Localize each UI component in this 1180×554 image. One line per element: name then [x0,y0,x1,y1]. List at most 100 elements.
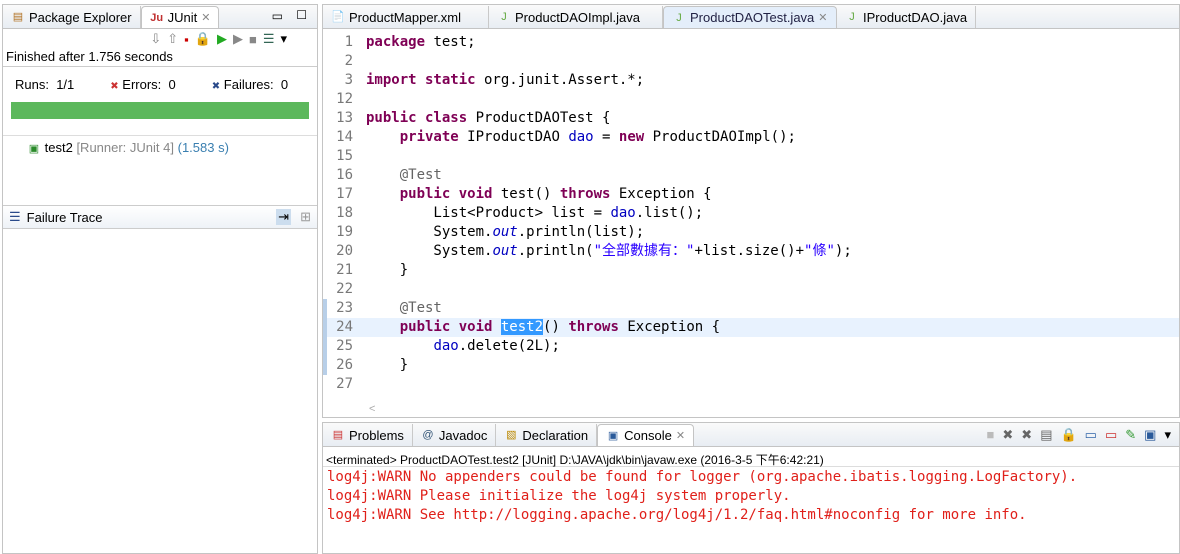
code-token: } [366,262,409,278]
code-token: Exception { [618,319,721,335]
tab-problems[interactable]: ▤ Problems [323,424,413,446]
previous-failure-icon[interactable]: ⇧ [167,31,178,47]
code-token: test; [425,34,476,50]
line-text: private IProductDAO dao = new ProductDAO… [363,128,796,147]
line-text [363,147,366,166]
code-token: throws [559,186,611,202]
close-icon[interactable]: ✕ [201,11,210,24]
line-number: 22 [336,281,353,297]
dropdown-icon[interactable]: ▾ [1164,427,1171,443]
progress-bar [11,102,309,119]
test-passed-icon: ▣ [28,143,40,155]
code-line: 23 @Test [323,299,1179,318]
problems-icon: ▤ [332,429,344,441]
horizontal-scrollbar[interactable]: < [323,403,1179,417]
tab-javadoc[interactable]: @ Javadoc [413,424,497,446]
code-line: 21 } [323,261,1179,280]
code-token: ProductDAOImpl(); [644,129,796,145]
junit-status: Finished after 1.756 seconds [3,49,317,67]
line-text: List<Product> list = dao.list(); [363,204,703,223]
line-text: import static org.junit.Assert.*; [363,71,644,90]
tab-package-explorer[interactable]: ▤ Package Explorer [3,6,141,28]
scroll-lock-icon[interactable]: 🔒 [195,31,211,47]
java-file-icon: J [849,11,855,23]
tab-productmapper-xml[interactable]: 📄 ProductMapper.xml [323,6,489,28]
bottom-tabbar: ▤ Problems @ Javadoc ▧ Declaration ▣ Console… [323,423,1179,447]
code-line: 19 System.out.println(list); [323,223,1179,242]
line-number: 13 [336,110,353,126]
history-icon[interactable]: ☰ [263,31,275,47]
editor-tabbar: 📄 ProductMapper.xml J ProductDAOImpl.java … [323,5,1179,29]
show-on-stderr-icon[interactable]: ▭ [1105,427,1117,443]
junit-icon: Ju [150,11,164,24]
line-text [363,375,366,394]
line-text [363,90,366,109]
pin-console-icon[interactable]: ✎ [1125,427,1136,443]
terminate-icon[interactable]: ■ [987,427,995,443]
tab-productdaoimpl-java[interactable]: J ProductDAOImpl.java [489,6,663,28]
minimize-icon[interactable]: ▭ [272,9,283,23]
line-text: public void test() throws Exception { [363,185,712,204]
declaration-icon: ▧ [506,429,517,441]
filter-trace-icon[interactable]: ⇥ [276,209,291,225]
tab-console[interactable]: ▣ Console ✕ [597,424,695,446]
line-text [363,52,366,71]
show-failures-only-icon[interactable]: ▪ [184,32,189,47]
code-token: throws [568,319,619,335]
tab-declaration[interactable]: ▧ Declaration [496,424,598,446]
code-token: .println( [517,243,594,259]
line-number: 21 [336,262,353,278]
code-token: .println(list); [517,224,645,240]
code-line: 22 [323,280,1179,299]
code-line: 15 [323,147,1179,166]
clear-console-icon[interactable]: ▤ [1040,427,1052,443]
test-item[interactable]: ▣ test2 [Runner: JUnit 4] (1.583 s) [27,140,317,156]
xml-file-icon: 📄 [331,11,345,23]
code-token: @Test [366,300,442,316]
display-console-icon[interactable]: ▣ [1144,427,1156,443]
at-icon: @ [422,429,434,441]
log-line: log4j:WARN No appenders could be found f… [327,469,1078,485]
show-on-stdout-icon[interactable]: ▭ [1085,427,1097,443]
tab-productdaotest-java[interactable]: J ProductDAOTest.java ✕ [663,6,837,28]
code-token: IProductDAO [458,129,569,145]
line-number: 27 [336,376,353,392]
code-line: 26 } [323,356,1179,375]
java-file-icon: J [501,11,507,23]
code-token: System. [366,224,493,240]
close-icon[interactable]: ✕ [818,11,827,24]
line-text: public class ProductDAOTest { [363,109,610,128]
runs-count: 1/1 [56,77,75,92]
failure-icon: ✖ [211,81,221,92]
line-number: 19 [336,224,353,240]
rerun-failed-icon[interactable]: ▶ [233,31,243,47]
remove-all-icon[interactable]: ✖ [1021,427,1032,443]
tab-junit[interactable]: Ju JUnit ✕ [140,6,220,28]
line-text: package test; [363,33,476,52]
scroll-lock-icon[interactable]: 🔒 [1060,427,1076,443]
stop-icon[interactable]: ■ [249,32,257,47]
tab-iproductdao-java[interactable]: J IProductDAO.java [837,6,977,28]
code-token: package [366,34,426,50]
code-line: 3 import static org.junit.Assert.*; [323,71,1179,90]
maximize-icon[interactable]: ☐ [296,8,307,22]
console-icon: ▣ [607,429,619,442]
compare-icon[interactable]: ⊞ [300,209,311,225]
code-token: "條" [804,243,835,259]
code-token: Exception { [610,186,712,202]
code-editor: 📄 ProductMapper.xml J ProductDAOImpl.java … [322,4,1180,418]
code-token: org.junit.Assert.*; [475,72,645,88]
rerun-icon[interactable]: ▶ [217,31,227,47]
next-failure-icon[interactable]: ⇩ [150,31,161,47]
code-token: ProductDAOTest { [467,110,611,126]
line-number: 20 [336,243,353,259]
line-text: @Test [363,299,442,318]
line-number: 16 [336,167,353,183]
close-icon[interactable]: ✕ [676,429,685,442]
console-output[interactable]: log4j:WARN No appenders could be found f… [323,467,1179,525]
code-area[interactable]: 1 package test; 2 3 import static org.junit.… [323,33,1179,394]
remove-launch-icon[interactable]: ✖ [1002,427,1013,443]
history-dropdown-icon[interactable]: ▾ [280,31,287,47]
code-token: import static [366,72,476,88]
